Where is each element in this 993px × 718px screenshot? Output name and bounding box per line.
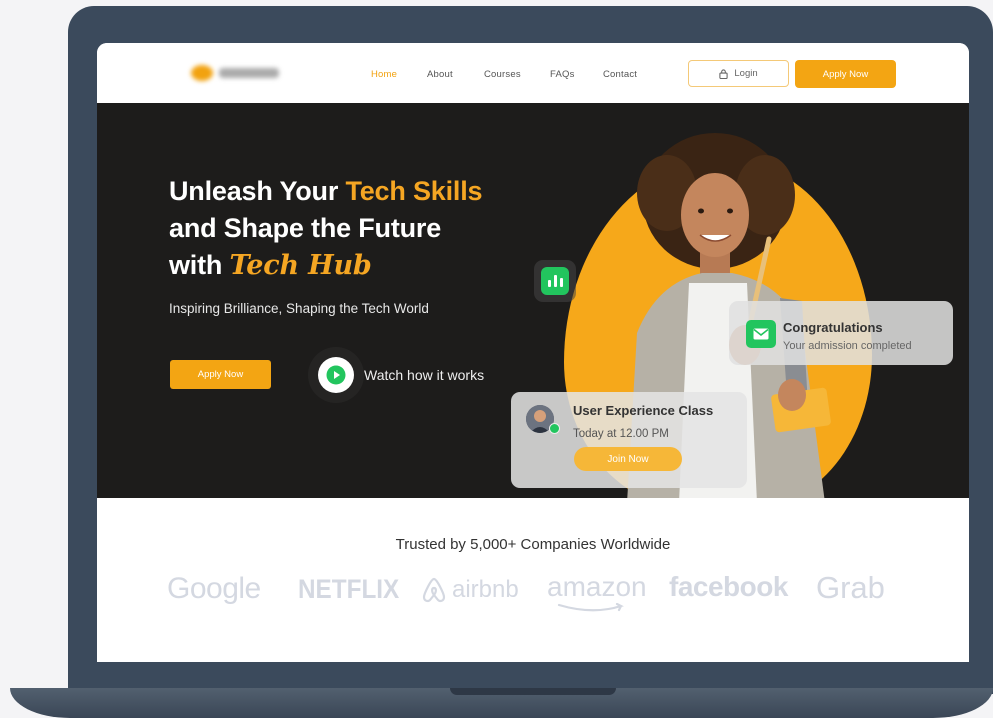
laptop-notch (450, 688, 616, 695)
login-button[interactable]: Login (688, 60, 789, 87)
stats-badge (534, 260, 576, 302)
logo-wordmark (219, 68, 279, 78)
play-icon (326, 365, 346, 385)
class-title: User Experience Class (573, 403, 714, 418)
hero-title-line1-a: Unleash Your (169, 176, 346, 206)
company-netflix: NETFLIX (298, 574, 400, 604)
company-google: Google (167, 572, 261, 605)
logo-mark (191, 65, 213, 81)
watch-how-it-works-link[interactable]: Watch how it works (364, 367, 484, 383)
site-logo[interactable] (191, 65, 281, 81)
join-now-button[interactable]: Join Now (574, 447, 682, 471)
nav-courses[interactable]: Courses (484, 69, 521, 80)
company-grab: Grab (816, 570, 885, 605)
hero-title-line2: and Shape the Future (169, 213, 442, 243)
hero-title-line3-a: with (169, 250, 230, 280)
airbnb-icon (422, 577, 446, 603)
trusted-heading: Trusted by 5,000+ Companies Worldwide (395, 536, 671, 553)
company-amazon: amazon (547, 571, 647, 602)
nav-home[interactable]: Home (371, 69, 397, 80)
company-airbnb: airbnb (452, 576, 519, 603)
apply-now-hero-label: Apply Now (197, 369, 244, 380)
congratulations-subtitle: Your admission completed (783, 340, 912, 352)
company-facebook: facebook (669, 571, 788, 602)
hero-title: Unleash Your Tech Skills and Shape the F… (169, 173, 483, 284)
amazon-smile (557, 603, 624, 612)
online-status-dot (549, 423, 560, 434)
class-card: User Experience Class Today at 12.00 PM … (511, 392, 747, 488)
login-label: Login (734, 68, 758, 79)
company-logos: Google NETFLIX airbnb amazon facebook Gr… (167, 570, 907, 612)
hero-title-brand: Tech Hub (229, 250, 372, 281)
play-video-button[interactable] (318, 357, 354, 393)
nav-about[interactable]: About (427, 69, 453, 80)
apply-now-nav-button[interactable]: Apply Now (795, 60, 896, 88)
apply-now-nav-label: Apply Now (822, 68, 869, 80)
congratulations-card: Congratulations Your admission completed (729, 301, 953, 365)
apply-now-hero-button[interactable]: Apply Now (170, 360, 271, 389)
join-now-label: Join Now (607, 453, 649, 465)
congratulations-title: Congratulations (783, 320, 883, 335)
laptop-screen: Home About Courses FAQs Contact Login Ap… (97, 43, 969, 662)
bar-chart-icon (541, 267, 569, 295)
lock-icon (719, 68, 729, 79)
hero-title-highlight: Tech Skills (345, 176, 483, 206)
top-navigation: Home About Courses FAQs Contact Login Ap… (97, 43, 969, 103)
mail-icon (746, 320, 776, 348)
class-time: Today at 12.00 PM (573, 428, 669, 440)
hero-section: Unleash Your Tech Skills and Shape the F… (97, 103, 969, 498)
nav-contact[interactable]: Contact (603, 69, 637, 80)
nav-faqs[interactable]: FAQs (550, 69, 575, 80)
hero-subtitle: Inspiring Brilliance, Shaping the Tech W… (169, 301, 429, 316)
